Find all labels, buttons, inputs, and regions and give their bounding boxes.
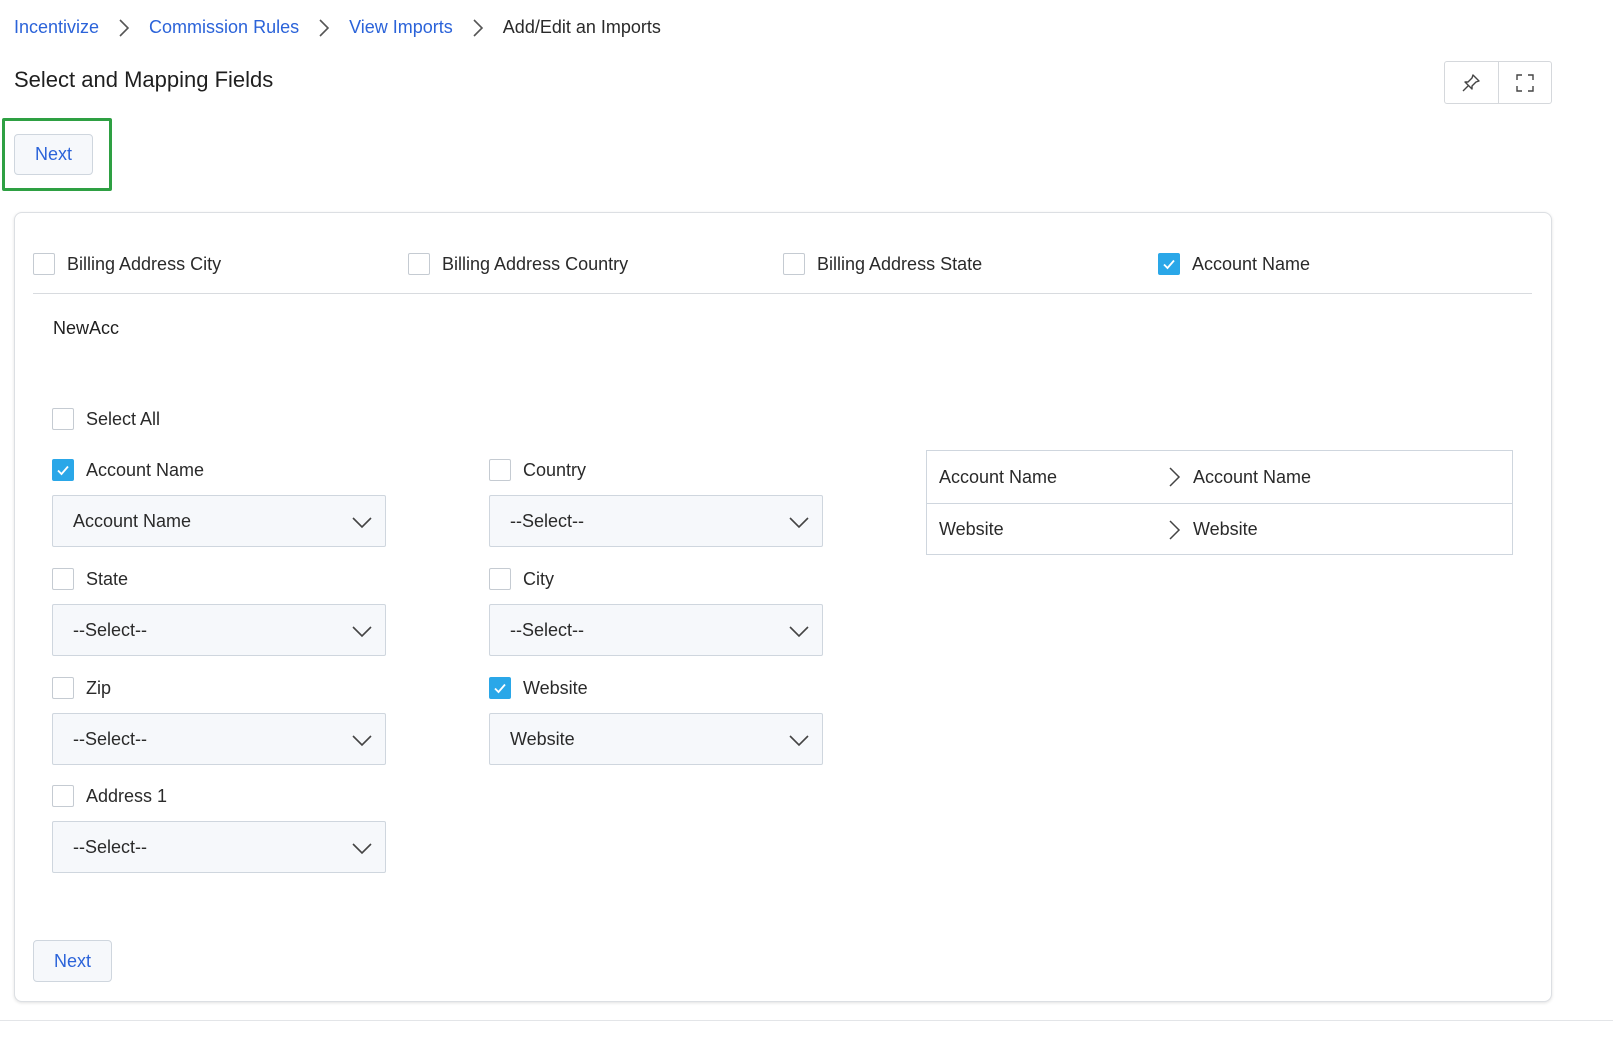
chevron-down-icon [352, 735, 372, 747]
select-value: --Select-- [73, 836, 148, 857]
section-title: NewAcc [53, 318, 120, 338]
checkbox-label: Account Name [86, 459, 205, 480]
checkbox[interactable] [52, 677, 74, 699]
chevron-right-icon [299, 18, 349, 38]
chevron-down-icon [789, 517, 809, 529]
check-icon [1163, 259, 1175, 270]
breadcrumb-current: Add/Edit an Imports [502, 17, 661, 37]
divider [33, 293, 1532, 294]
account-name-select[interactable]: Account Name [52, 495, 386, 547]
country-select[interactable]: --Select-- [489, 495, 823, 547]
breadcrumb: Incentivize Commission Rules View Import… [14, 17, 661, 38]
city-select[interactable]: --Select-- [489, 604, 823, 656]
checkbox-label: Account Name [1192, 253, 1311, 274]
field-state-checkbox[interactable]: State [52, 568, 128, 590]
field-website-checkbox[interactable]: Website [489, 677, 588, 699]
checkbox-label: Zip [86, 677, 112, 698]
select-value: --Select-- [510, 619, 585, 640]
select-value: --Select-- [510, 510, 585, 531]
checkbox-label: Address 1 [86, 785, 168, 806]
pin-icon [1462, 73, 1480, 91]
breadcrumb-commission-rules[interactable]: Commission Rules [149, 17, 299, 38]
field-address1-checkbox[interactable]: Address 1 [52, 785, 167, 807]
mapping-table: Account Name Account Name Website Websit… [926, 450, 1513, 555]
checkbox-label: State [86, 568, 129, 589]
select-value: Account Name [73, 510, 192, 531]
chevron-down-icon [352, 517, 372, 529]
view-toolbar [1444, 61, 1552, 104]
checkbox[interactable] [489, 459, 511, 481]
select-value: --Select-- [73, 619, 148, 640]
check-icon [57, 465, 69, 476]
address1-select[interactable]: --Select-- [52, 821, 386, 873]
breadcrumb-view-imports[interactable]: View Imports [349, 17, 453, 38]
select-all-checkbox[interactable]: Select All [52, 408, 160, 430]
website-select[interactable]: Website [489, 713, 823, 765]
mapping-source: Account Name [939, 466, 1058, 487]
chevron-right-icon [99, 18, 149, 38]
checkbox-label: Country [523, 459, 587, 480]
mapping-source: Website [939, 519, 1004, 539]
pin-button[interactable] [1445, 62, 1498, 103]
top-field-billing-state[interactable]: Billing Address State [783, 253, 982, 275]
checkbox-checked[interactable] [1158, 253, 1180, 275]
checkbox[interactable] [408, 253, 430, 275]
checkbox-label: Billing Address State [817, 253, 983, 274]
state-select[interactable]: --Select-- [52, 604, 386, 656]
checkbox[interactable] [783, 253, 805, 275]
breadcrumb-incentivize[interactable]: Incentivize [14, 17, 99, 38]
checkbox[interactable] [52, 568, 74, 590]
checkbox[interactable] [33, 253, 55, 275]
chevron-right-icon [1169, 520, 1181, 540]
chevron-right-icon [453, 18, 503, 38]
chevron-down-icon [789, 735, 809, 747]
chevron-down-icon [352, 626, 372, 638]
mapping-row: Website Website [927, 503, 1512, 555]
checkbox-checked[interactable] [489, 677, 511, 699]
page-title: Select and Mapping Fields [14, 67, 274, 92]
fullscreen-button[interactable] [1497, 62, 1552, 103]
checkbox-label: Select All [86, 408, 161, 429]
field-zip-checkbox[interactable]: Zip [52, 677, 111, 699]
next-button-bottom[interactable]: Next [33, 940, 112, 982]
chevron-down-icon [352, 843, 372, 855]
top-field-billing-city[interactable]: Billing Address City [33, 253, 221, 275]
chevron-right-icon [1169, 467, 1181, 487]
check-icon [494, 683, 506, 694]
fullscreen-icon [1516, 73, 1534, 92]
checkbox-label: Billing Address City [67, 253, 222, 274]
divider [0, 1020, 1613, 1021]
checkbox[interactable] [52, 408, 74, 430]
checkbox-label: City [523, 568, 554, 589]
top-field-billing-country[interactable]: Billing Address Country [408, 253, 628, 275]
mapping-target: Account Name [1193, 466, 1312, 487]
checkbox[interactable] [52, 785, 74, 807]
checkbox-label: Billing Address Country [442, 253, 629, 274]
zip-select[interactable]: --Select-- [52, 713, 386, 765]
mapping-target: Website [1193, 519, 1258, 539]
mapping-row: Account Name Account Name [927, 451, 1512, 503]
field-account-name-checkbox[interactable]: Account Name [52, 459, 204, 481]
checkbox[interactable] [489, 568, 511, 590]
top-field-account-name[interactable]: Account Name [1158, 253, 1310, 275]
select-value: --Select-- [73, 728, 148, 749]
checkbox-checked[interactable] [52, 459, 74, 481]
chevron-down-icon [789, 626, 809, 638]
select-value: Website [510, 728, 575, 749]
next-button-top[interactable]: Next [14, 134, 93, 175]
field-city-checkbox[interactable]: City [489, 568, 554, 590]
field-country-checkbox[interactable]: Country [489, 459, 586, 481]
checkbox-label: Website [523, 677, 588, 698]
